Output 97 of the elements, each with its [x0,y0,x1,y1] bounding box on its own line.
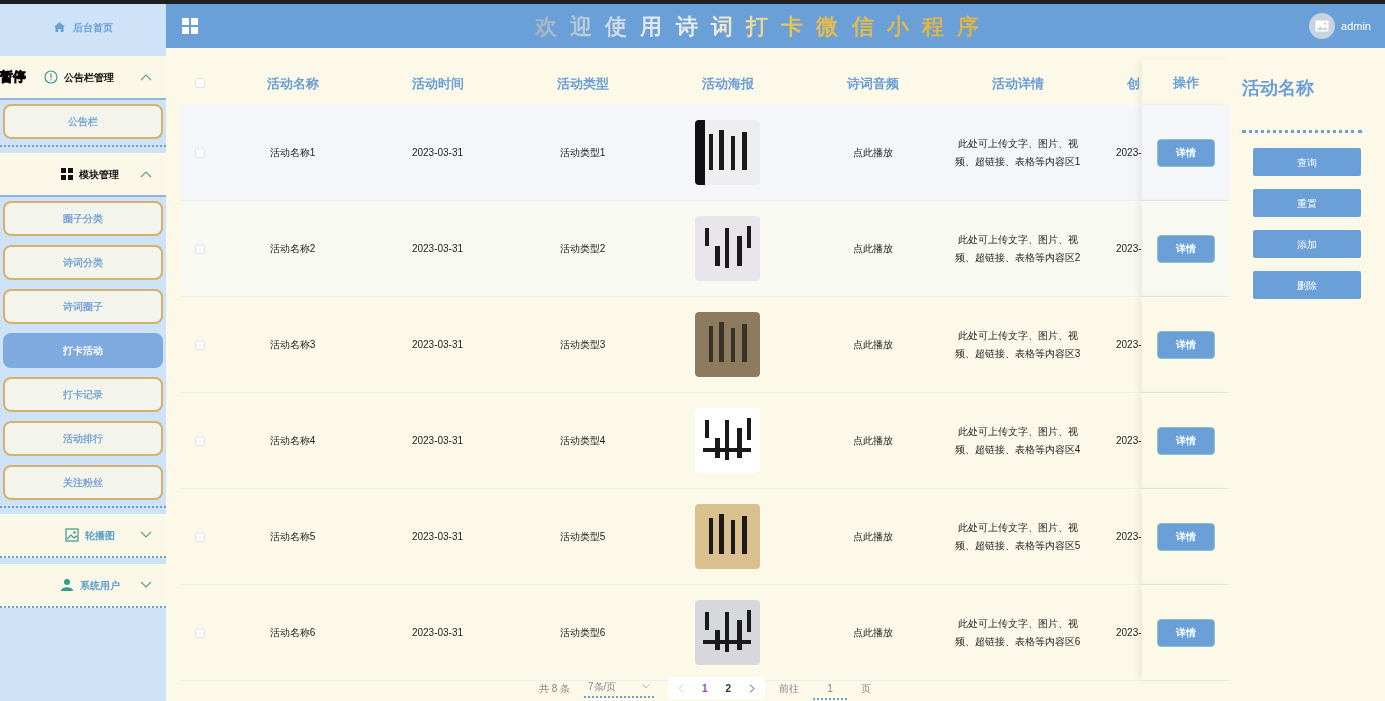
menu-group-header[interactable]: 轮播图 [0,514,166,558]
table-cell-text: 2023-03-31 [411,434,464,448]
menu-item[interactable]: 活动排行 [3,421,163,456]
detail-button[interactable]: 详情 [1157,330,1215,359]
table-cell-text: 此处可上传文字、图片、视频、超链接、表格等内容区2 [953,232,1082,265]
checkbox[interactable] [195,435,205,446]
chevron-up-icon [140,170,152,178]
table-cell-text: 此处可上传文字、图片、视频、超链接、表格等内容区3 [953,328,1082,361]
chevron-up-icon [140,73,152,81]
menu-item[interactable]: 关注粉丝 [3,465,163,500]
menu-icon [182,18,198,34]
table-cell-text: 2023- [1116,626,1142,640]
column-header: 活动名称 [266,75,319,91]
chevron-down-icon [642,683,650,689]
total-count: 共 8 条 [538,681,570,696]
menu-item[interactable]: 圈子分类 [3,201,163,236]
table-cell-text: 活动名称2 [269,242,316,256]
detail-button[interactable]: 详情 [1157,426,1215,455]
search-label: 活动名称 [1242,77,1315,100]
table-cell-text: 活动类型1 [559,146,606,160]
detail-button[interactable]: 详情 [1157,522,1215,551]
column-header: 活动海报 [701,75,754,91]
chevron-down-icon [140,531,152,539]
table-cell-text: 2023- [1116,530,1142,544]
user-icon [60,578,74,592]
menu-item[interactable]: 公告栏 [3,104,163,139]
page-number[interactable]: 2 [725,680,732,696]
action-button[interactable]: 查询 [1253,148,1361,176]
table-cell-text: 活动名称4 [269,434,316,448]
menu-item[interactable]: 诗词圈子 [3,289,163,324]
goto-label: 前往 [779,681,800,696]
table-cell-text: 活动类型4 [559,434,606,448]
table-cell-text: 活动类型2 [559,242,606,256]
grid-icon [61,168,73,180]
checkbox[interactable] [195,627,205,638]
table-cell-text: 活动名称1 [269,146,316,160]
table-cell-text: 活动名称6 [269,626,316,640]
checkbox[interactable] [195,77,205,88]
table-cell-text: 活动名称5 [269,530,316,544]
table-cell-text: 2023- [1116,434,1142,448]
table-cell-text: 2023-03-31 [411,338,464,352]
next-icon [749,683,756,693]
page-input[interactable]: 1 [813,680,848,700]
detail-button[interactable]: 详情 [1157,234,1215,263]
menu-group-header[interactable]: 系统用户 [0,564,166,608]
column-header: 创 [1127,75,1140,91]
action-button[interactable]: 添加 [1253,230,1361,258]
play-link[interactable]: 点此播放 [852,625,893,640]
table-cell-text: 2023-03-31 [411,626,464,640]
table-cell-text: 此处可上传文字、图片、视频、超链接、表格等内容区6 [953,616,1082,649]
action-button[interactable]: 删除 [1253,271,1361,299]
column-header: 活动时间 [411,75,464,91]
play-link[interactable]: 点此播放 [852,337,893,352]
table-cell-text: 2023- [1116,338,1142,352]
table-cell-text: 2023- [1116,146,1142,160]
play-link[interactable]: 点此播放 [852,145,893,160]
table-cell-text: 2023- [1116,242,1142,256]
user-name: admin [1341,18,1371,34]
column-header: 诗词音频 [846,75,899,91]
checkbox[interactable] [195,243,205,254]
checkbox[interactable] [195,339,205,350]
chevron-down-icon [140,581,152,589]
column-header: 操作 [1173,73,1199,92]
menu-item[interactable]: 打卡记录 [3,377,163,412]
column-header: 活动详情 [991,75,1044,91]
play-link[interactable]: 点此播放 [852,241,893,256]
home-icon [53,22,65,32]
image-icon [65,528,79,542]
table-cell-text: 此处可上传文字、图片、视频、超链接、表格等内容区1 [953,136,1082,169]
avatar[interactable] [1309,13,1336,39]
page-suffix: 页 [861,681,872,696]
image-icon [1315,20,1330,32]
menu-group-header[interactable]: 模块管理 [0,153,166,197]
previous-icon [678,683,684,693]
page-number[interactable]: 1 [702,680,708,696]
table-cell-text: 活动类型3 [559,338,606,352]
checkbox[interactable] [195,531,205,542]
overlay-text: 暂停 [0,68,26,86]
info-icon [44,70,58,84]
checkbox[interactable] [195,147,205,158]
detail-button[interactable]: 详情 [1157,138,1215,167]
menu-item[interactable]: 诗词分类 [3,245,163,280]
action-button[interactable]: 重置 [1253,189,1361,217]
table-cell-text: 活动类型5 [559,530,606,544]
table-cell-text: 活动类型6 [559,626,606,640]
menu-item[interactable]: 打卡活动 [3,333,163,368]
detail-button[interactable]: 详情 [1157,618,1215,647]
table-cell-text: 此处可上传文字、图片、视频、超链接、表格等内容区5 [953,520,1082,553]
column-header: 活动类型 [556,75,609,91]
table-cell-text: 2023-03-31 [411,146,464,160]
table-cell-text: 2023-03-31 [411,242,464,256]
page-size-select[interactable]: 7条/页 [584,678,654,698]
table-cell-text: 2023-03-31 [411,530,464,544]
table-cell-text: 活动名称3 [269,338,316,352]
table-cell-text: 此处可上传文字、图片、视频、超链接、表格等内容区4 [953,424,1082,457]
play-link[interactable]: 点此播放 [852,529,893,544]
play-link[interactable]: 点此播放 [852,433,893,448]
